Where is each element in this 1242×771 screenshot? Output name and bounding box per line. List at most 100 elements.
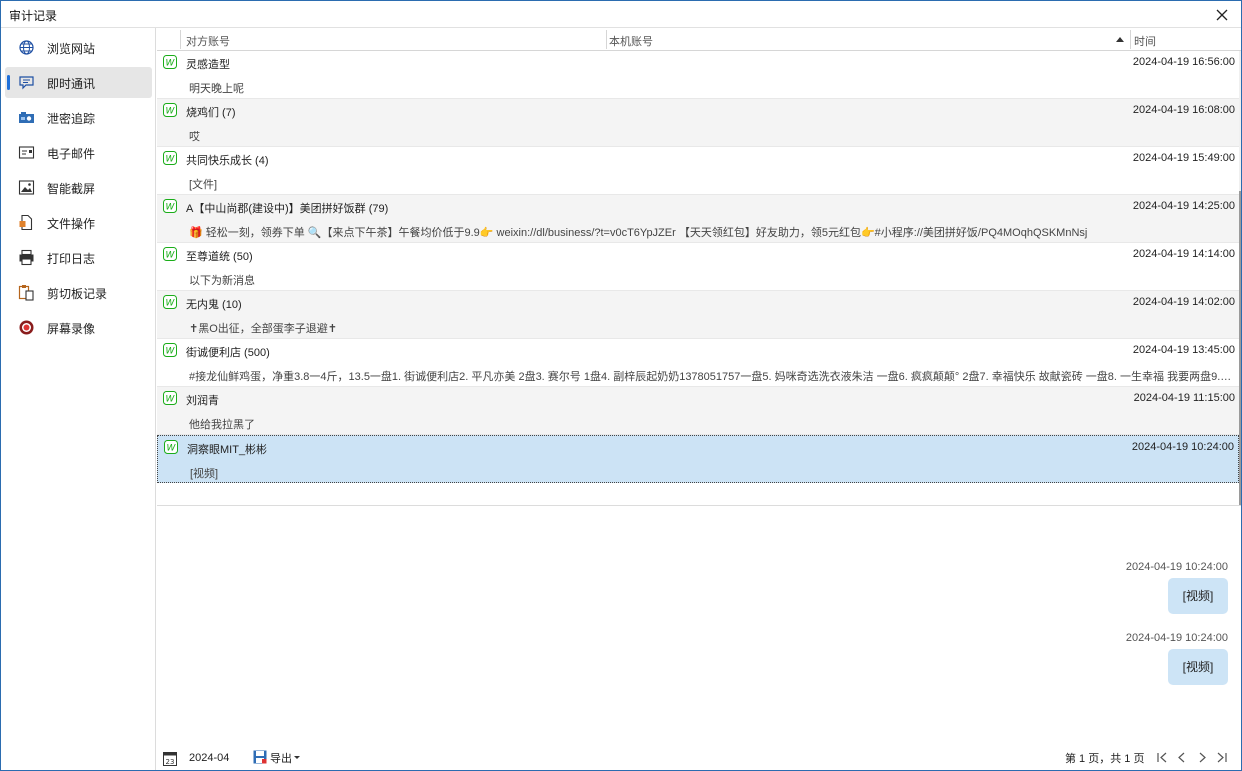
wechat-icon: W (163, 247, 177, 261)
wechat-icon: W (163, 151, 177, 165)
row-time: 2024-04-19 14:14:00 (1132, 248, 1235, 260)
message-preview: ✝黑O出征，全部蛋李子退避✝ (189, 323, 337, 335)
file-icon (18, 214, 35, 231)
message-bubble[interactable]: [视频] (1168, 649, 1228, 685)
conversation-list: W 灵感造型 2024-04-19 16:56:00 明天晚上呢 W 烧鸡们 (… (157, 51, 1239, 483)
tracking-icon (18, 109, 35, 126)
wechat-icon: W (163, 343, 177, 357)
table-row[interactable]: W 街诚便利店 (500) 2024-04-19 13:45:00 #接龙仙鲜鸡… (157, 339, 1239, 387)
sidebar-item-label: 即时通讯 (47, 77, 96, 91)
svg-text:W: W (166, 251, 176, 261)
peer-name: 街诚便利店 (500) (186, 347, 270, 359)
sidebar-item-label: 打印日志 (47, 252, 96, 266)
svg-text:W: W (166, 395, 176, 405)
close-icon[interactable] (1211, 5, 1233, 25)
peer-name: 灵感造型 (186, 59, 230, 71)
calendar-icon[interactable]: 23 (163, 751, 177, 766)
column-separator (180, 30, 181, 49)
table-row[interactable]: W 至尊道统 (50) 2024-04-19 14:14:00 以下为新消息 (157, 243, 1239, 291)
wechat-icon: W (163, 55, 177, 69)
sidebar-item-screenshot[interactable]: 智能截屏 (5, 172, 152, 203)
table-row-selected[interactable]: W 洞察眼MIT_彬彬 2024-04-19 10:24:00 [视频] (157, 435, 1239, 483)
sidebar-item-im[interactable]: 即时通讯 (5, 67, 152, 98)
sidebar-item-label: 剪切板记录 (47, 287, 108, 301)
svg-text:W: W (166, 347, 176, 357)
message-preview: [文件] (189, 179, 218, 191)
row-time: 2024-04-19 14:02:00 (1132, 296, 1235, 308)
row-time: 2024-04-19 11:15:00 (1133, 392, 1235, 404)
sidebar-item-label: 屏幕录像 (47, 322, 96, 336)
svg-text:W: W (166, 203, 176, 213)
last-page-icon[interactable] (1215, 751, 1229, 764)
wechat-icon: W (164, 440, 178, 454)
sidebar-item-label: 电子邮件 (47, 147, 96, 161)
message-preview: [视频] (190, 468, 219, 480)
peer-name: 共同快乐成长 (4) (186, 155, 269, 167)
sidebar-item-file-ops[interactable]: 文件操作 (5, 207, 152, 238)
table-row[interactable]: W A【中山尚郡(建设中)】美团拼好饭群 (79) 2024-04-19 14:… (157, 195, 1239, 243)
sidebar-item-screen-record[interactable]: 屏幕录像 (5, 312, 152, 343)
table-row[interactable]: W 刘润青 2024-04-19 11:15:00 他给我拉黑了 (157, 387, 1239, 435)
sidebar-item-label: 泄密追踪 (47, 112, 96, 126)
first-page-icon[interactable] (1155, 751, 1169, 764)
audit-window: 审计记录 浏览网站 即时通讯 泄密追踪 电子邮件 智能截屏 文件操作 打印日志 … (0, 0, 1242, 771)
table-row[interactable]: W 无内鬼 (10) 2024-04-19 14:02:00 ✝黑O出征，全部蛋… (157, 291, 1239, 339)
wechat-icon: W (163, 103, 177, 117)
table-row[interactable]: W 灵感造型 2024-04-19 16:56:00 明天晚上呢 (157, 51, 1239, 99)
svg-text:W: W (166, 155, 176, 165)
message-preview: 哎 (189, 131, 200, 143)
message-timestamp: 2024-04-19 10:24:00 (1125, 632, 1228, 644)
globe-icon (18, 39, 35, 56)
wechat-icon: W (163, 391, 177, 405)
sidebar-item-clipboard[interactable]: 剪切板记录 (5, 277, 152, 308)
svg-text:W: W (166, 59, 176, 69)
svg-text:W: W (166, 107, 176, 117)
sort-ascending-icon[interactable] (1115, 34, 1125, 44)
sidebar-item-email[interactable]: 电子邮件 (5, 137, 152, 168)
prev-page-icon[interactable] (1175, 751, 1189, 764)
scrollbar-thumb[interactable] (1239, 191, 1241, 506)
title-bar: 审计记录 (1, 1, 1241, 28)
row-time: 2024-04-19 15:49:00 (1132, 152, 1235, 164)
row-time: 2024-04-19 14:25:00 (1132, 200, 1235, 212)
message-preview: 🎁 轻松一刻，领券下单 🔍【来点下午茶】午餐均价低于9.9👉 weixin://… (189, 227, 1088, 239)
peer-name: 烧鸡们 (7) (186, 107, 236, 119)
export-dropdown-icon[interactable] (294, 756, 300, 759)
next-page-icon[interactable] (1195, 751, 1209, 764)
column-header-time[interactable]: 时间 (1134, 33, 1156, 49)
save-icon[interactable] (253, 750, 267, 764)
sidebar-item-print-log[interactable]: 打印日志 (5, 242, 152, 273)
record-icon (18, 319, 35, 336)
message-preview: 他给我拉黑了 (189, 419, 255, 431)
message-preview: #接龙仙鲜鸡蛋，净重3.8一4斤，13.5一盘1. 街诚便利店2. 平凡亦美 2… (189, 371, 1234, 383)
date-filter-value[interactable]: 2024-04 (189, 752, 229, 764)
table-row[interactable]: W 共同快乐成长 (4) 2024-04-19 15:49:00 [文件] (157, 147, 1239, 195)
column-separator[interactable] (1130, 30, 1131, 49)
page-info: 第 1 页，共 1 页 (1065, 753, 1145, 765)
message-bubble[interactable]: [视频] (1168, 578, 1228, 614)
sidebar-item-leak-tracking[interactable]: 泄密追踪 (5, 102, 152, 133)
column-separator[interactable] (606, 30, 607, 49)
column-header-peer-account[interactable]: 对方账号 (186, 33, 230, 49)
mail-icon (18, 144, 35, 161)
list-scrollbar[interactable] (1239, 51, 1241, 506)
chat-icon (18, 74, 35, 91)
printer-icon (18, 249, 35, 266)
message-preview: 明天晚上呢 (189, 83, 244, 95)
sidebar-item-label: 浏览网站 (47, 42, 96, 56)
svg-text:W: W (166, 299, 176, 309)
sidebar-item-browse[interactable]: 浏览网站 (5, 32, 152, 63)
peer-name: 至尊道统 (50) (186, 251, 253, 263)
screenshot-icon (18, 179, 35, 196)
chat-detail-panel: 2024-04-19 10:24:00 [视频] 2024-04-19 10:2… (157, 506, 1241, 746)
column-header-local-account[interactable]: 本机账号 (609, 33, 653, 49)
svg-text:W: W (167, 444, 177, 454)
table-row[interactable]: W 烧鸡们 (7) 2024-04-19 16:08:00 哎 (157, 99, 1239, 147)
peer-name: A【中山尚郡(建设中)】美团拼好饭群 (79) (186, 203, 389, 215)
export-button[interactable]: 导出 (270, 750, 292, 766)
grid-header: 对方账号 本机账号 时间 (157, 28, 1241, 51)
row-time: 2024-04-19 16:56:00 (1132, 56, 1235, 68)
peer-name: 刘润青 (186, 395, 219, 407)
wechat-icon: W (163, 199, 177, 213)
footer-bar: 23 2024-04 导出 第 1 页，共 1 页 (157, 746, 1241, 770)
